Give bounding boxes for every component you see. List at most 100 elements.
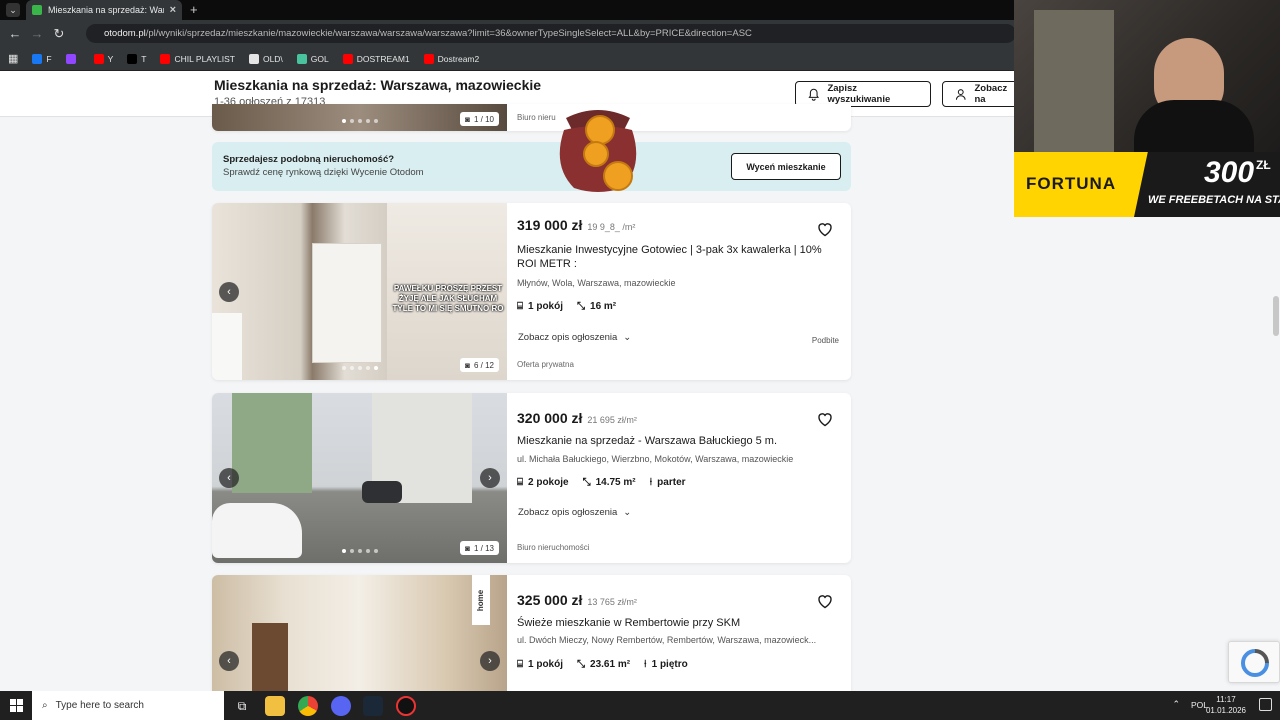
listing-card-previous[interactable]: ◙ 1 / 10 Biuro nieru bbox=[212, 104, 851, 131]
valuation-banner: Sprzedajesz podobną nieruchomość? Sprawd… bbox=[212, 142, 851, 191]
show-description-link[interactable]: Zobacz opis ogłoszenia ⌄ bbox=[518, 507, 631, 518]
bookmark-item[interactable]: CHIL PLAYLIST bbox=[160, 53, 235, 64]
fortuna-amount: 300 bbox=[1204, 156, 1255, 189]
fortuna-promo-line: WE FREEBETACH NA STAR bbox=[1148, 194, 1280, 206]
listing-title[interactable]: Świeże mieszkanie w Rembertowie przy SKM bbox=[517, 616, 832, 630]
bookmark-favicon-icon bbox=[32, 53, 43, 64]
listing-info: 325 000 zł 13 765 zł/m² Świeże mieszkanie… bbox=[517, 575, 851, 691]
valuation-button[interactable]: Wyceń mieszkanie bbox=[731, 153, 841, 180]
owner-type-label: Biuro nieruchomości bbox=[517, 543, 590, 552]
clock-time: 11:17 bbox=[1216, 695, 1236, 704]
tab-search-icon[interactable]: ⌄ bbox=[6, 3, 20, 17]
page-scrollbar[interactable] bbox=[1273, 296, 1279, 336]
bookmark-item[interactable]: OLD\ bbox=[248, 53, 283, 64]
close-tab-icon[interactable]: × bbox=[170, 4, 176, 16]
dark-car-shape bbox=[362, 481, 402, 503]
task-view-icon[interactable]: ⧉ bbox=[232, 696, 252, 716]
windows-start-icon[interactable] bbox=[10, 699, 23, 712]
url-field[interactable]: otodom.pl/pl/wyniki/sprzedaz/mieszkanie/… bbox=[86, 24, 1016, 43]
apps-grid-icon[interactable]: ▦ bbox=[8, 52, 18, 65]
prev-photo-icon[interactable]: ‹ bbox=[219, 468, 239, 488]
search-icon: ⌕ bbox=[42, 700, 48, 711]
listing-card[interactable]: ‹ ◙ 6 / 12 319 000 zł 19 9_8_ /m² Mieszkan… bbox=[212, 203, 851, 380]
favorite-heart-icon[interactable] bbox=[815, 591, 835, 611]
taskbar-search-field[interactable]: ⌕ Type here to search bbox=[32, 691, 224, 720]
reload-icon[interactable]: ↻ bbox=[48, 26, 70, 42]
favorite-heart-icon[interactable] bbox=[815, 219, 835, 239]
bookmark-item[interactable]: DOSTREAM1 bbox=[342, 53, 410, 64]
bookmark-item[interactable]: F bbox=[32, 53, 52, 64]
bookmark-item[interactable]: T bbox=[127, 53, 146, 64]
bookmark-item[interactable]: Dostream2 bbox=[423, 53, 479, 64]
listing-address: ul. Michała Bałuckiego, Wierzbno, Mokotó… bbox=[517, 454, 794, 464]
building-green-shape bbox=[232, 393, 312, 493]
listing-photo[interactable]: home ‹ › bbox=[212, 575, 507, 691]
webcam-overlay bbox=[1014, 0, 1280, 152]
bookmark-favicon-icon bbox=[93, 53, 104, 64]
shirt-shape bbox=[1134, 100, 1254, 152]
bookmark-favicon-icon bbox=[160, 53, 171, 64]
steam-icon[interactable] bbox=[363, 696, 383, 716]
listing-photo[interactable]: ‹ › ◙ 1 / 13 bbox=[212, 393, 507, 563]
recaptcha-badge[interactable] bbox=[1228, 641, 1280, 683]
bookmark-favicon-icon bbox=[65, 53, 76, 64]
forward-icon[interactable]: → bbox=[26, 26, 48, 41]
fortuna-logo: FORTUNA bbox=[1026, 174, 1117, 193]
notifications-icon[interactable] bbox=[1259, 698, 1272, 711]
bed-icon: ⌸ bbox=[517, 659, 523, 670]
windows-taskbar: ⌕ Type here to search ⧉ ⌃ POL 11:17 01.0… bbox=[0, 691, 1280, 720]
next-photo-icon[interactable]: › bbox=[480, 468, 500, 488]
prev-photo-icon[interactable]: ‹ bbox=[219, 281, 239, 302]
bumped-label: Podbite bbox=[811, 336, 839, 345]
price-per-m2: 19 9_8_ /m² bbox=[587, 222, 636, 232]
listing-address: ul. Dwóch Mieczy, Nowy Rembertów, Rember… bbox=[517, 635, 817, 645]
price-per-m2: 21 695 zł/m² bbox=[587, 415, 637, 425]
window-shape bbox=[1034, 10, 1114, 152]
listing-title[interactable]: Mieszkanie Inwestycyjne Gotowiec | 3-pak… bbox=[517, 243, 832, 271]
area-param: ⤡ 23.61 m² bbox=[577, 659, 631, 670]
bookmark-label: OLD\ bbox=[262, 53, 283, 64]
listing-card[interactable]: home ‹ › 325 000 zł 13 765 zł/m² Świeże m… bbox=[212, 575, 851, 691]
browser-tab[interactable]: Mieszkania na sprzedaż: Warsza × bbox=[26, 0, 182, 20]
taskbar-clock[interactable]: 11:17 01.01.2026 bbox=[1206, 694, 1246, 716]
listing-params: ⌸ 1 pokój ⤡ 16 m² bbox=[517, 301, 616, 312]
rooms-param: ⌸ 1 pokój bbox=[517, 659, 564, 670]
bookmark-item[interactable] bbox=[65, 53, 80, 64]
chevron-down-icon: ⌄ bbox=[623, 332, 632, 343]
area-param: ⤡ 14.75 m² bbox=[582, 477, 636, 488]
floor-param: ⍿ 1 piętro bbox=[644, 659, 688, 670]
obs-icon[interactable] bbox=[396, 696, 416, 716]
bookmark-item[interactable]: Y bbox=[93, 53, 113, 64]
tray-chevron-icon[interactable]: ⌃ bbox=[1172, 699, 1180, 710]
chrome-icon[interactable] bbox=[298, 696, 318, 716]
new-tab-icon[interactable]: + bbox=[190, 2, 198, 17]
bookmark-label: F bbox=[46, 53, 52, 64]
prev-photo-icon[interactable]: ‹ bbox=[219, 651, 239, 671]
otodom-favicon-icon bbox=[32, 5, 42, 15]
listing-photo[interactable]: ◙ 1 / 10 bbox=[212, 104, 507, 131]
bookmark-favicon-icon bbox=[296, 53, 307, 64]
save-search-label: Zapisz wyszukiwanie bbox=[827, 83, 891, 105]
chevron-down-icon: ⌄ bbox=[623, 507, 632, 518]
area-arrow-icon: ⤡ bbox=[582, 477, 591, 488]
fortuna-currency: ZŁ bbox=[1256, 158, 1271, 172]
file-explorer-icon[interactable] bbox=[265, 696, 285, 716]
rooms-param: ⌸ 2 pokoje bbox=[517, 477, 569, 488]
bookmark-label: GOL bbox=[310, 53, 329, 64]
camera-icon: ◙ bbox=[465, 114, 470, 124]
photo-counter: ◙ 6 / 12 bbox=[460, 358, 499, 372]
next-photo-icon[interactable]: › bbox=[480, 651, 500, 671]
show-description-link[interactable]: Zobacz opis ogłoszenia ⌄ bbox=[518, 332, 631, 343]
door-shape bbox=[312, 243, 382, 363]
listing-card[interactable]: ‹ › ◙ 1 / 13 320 000 zł 21 695 zł/m² Miesz… bbox=[212, 393, 851, 563]
bookmark-favicon-icon bbox=[342, 53, 353, 64]
valuation-banner-subtitle: Sprawdź cenę rynkową dzięki Wycenie Otod… bbox=[223, 167, 424, 178]
favorite-heart-icon[interactable] bbox=[815, 409, 835, 429]
back-icon[interactable]: ← bbox=[4, 26, 26, 41]
bookmark-item[interactable]: GOL bbox=[296, 53, 329, 64]
tab-title: Mieszkania na sprzedaż: Warsza bbox=[48, 5, 164, 15]
home-badge: home bbox=[472, 575, 490, 625]
area-arrow-icon: ⤡ bbox=[577, 301, 586, 312]
discord-icon[interactable] bbox=[331, 696, 351, 716]
listing-title[interactable]: Mieszkanie na sprzedaż - Warszawa Bałuck… bbox=[517, 434, 832, 448]
